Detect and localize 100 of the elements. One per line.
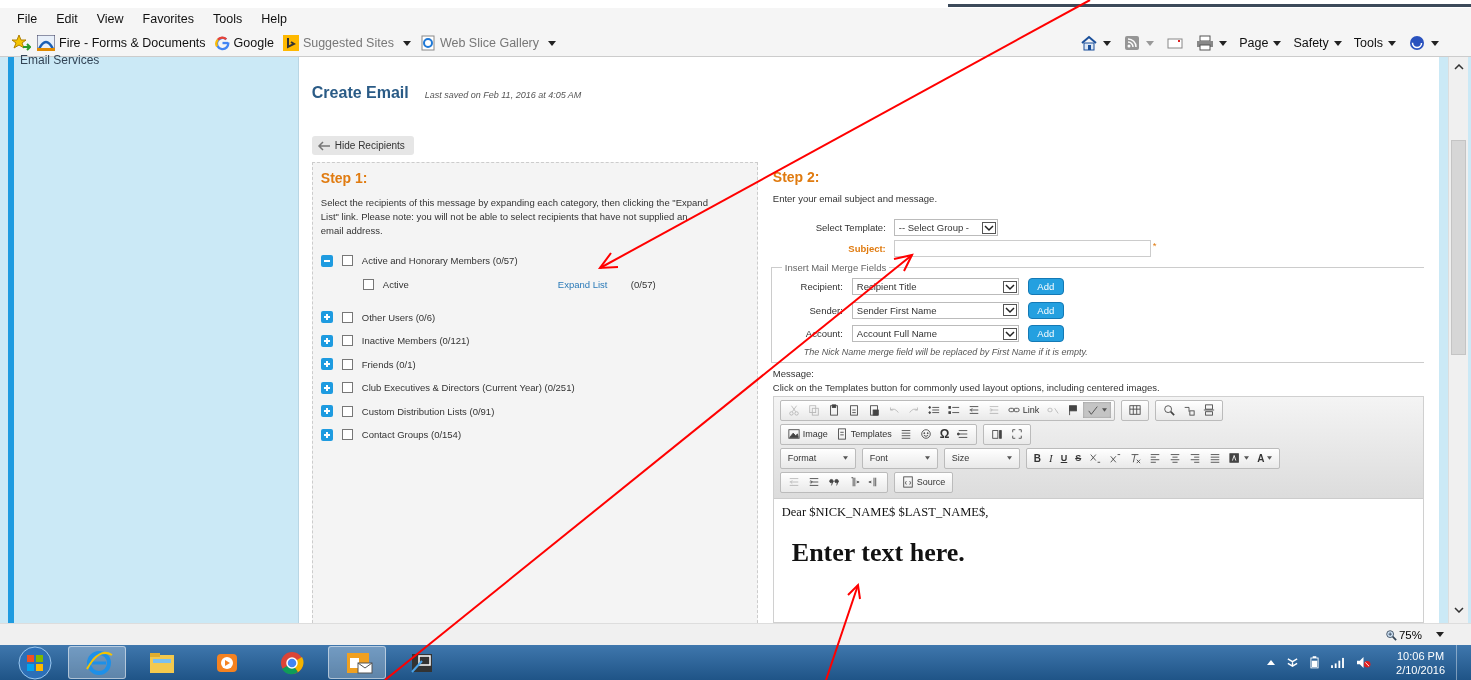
table-icon — [1129, 404, 1142, 416]
hide-recipients-button[interactable]: Hide Recipients — [311, 136, 414, 155]
favorites-link[interactable]: Suggested Sites — [282, 35, 411, 51]
caret-icon — [1273, 40, 1282, 46]
expand-icon[interactable] — [320, 311, 333, 324]
format-dropdown[interactable]: Size — [947, 450, 1016, 466]
checkbox[interactable] — [341, 429, 353, 441]
scroll-down-icon[interactable] — [1453, 607, 1464, 613]
favorites-star-icon[interactable] — [11, 34, 31, 52]
field-label: Recipient: — [799, 281, 844, 293]
toolbar-button[interactable]: Image — [783, 426, 832, 442]
page-title: Create Email — [311, 84, 409, 102]
caret-icon[interactable] — [1431, 40, 1439, 46]
command-menu[interactable]: Safety — [1293, 36, 1342, 50]
expand-icon[interactable] — [320, 405, 333, 418]
paste-word-icon — [867, 404, 880, 416]
checkbox[interactable] — [362, 278, 374, 290]
caret-icon — [1267, 456, 1273, 460]
favorites-link[interactable]: Web Slice Gallery — [419, 35, 557, 51]
chevron-icon — [1002, 280, 1017, 293]
battery-icon[interactable] — [1310, 656, 1320, 669]
format-dropdown[interactable]: Format — [783, 450, 852, 466]
category-label: Active and Honorary Members (0/57) — [361, 255, 518, 267]
justify-icon — [1209, 452, 1222, 464]
undo-icon — [887, 404, 900, 416]
browser-icon — [83, 648, 114, 677]
command-menu[interactable]: Page — [1239, 36, 1282, 50]
toolbar-button[interactable]: S — [1071, 450, 1086, 466]
merge-field-select[interactable]: Account Full Name — [851, 325, 1019, 343]
menu-item[interactable]: View — [96, 12, 124, 26]
scroll-up-icon[interactable] — [1453, 64, 1464, 70]
toolbar-button[interactable]: Source — [897, 474, 950, 490]
expand-icon[interactable] — [320, 428, 333, 441]
caret-icon[interactable] — [1219, 40, 1228, 46]
toolbar-button[interactable]: Ω — [935, 426, 954, 442]
start-button[interactable] — [16, 645, 54, 680]
scrollbar[interactable] — [1448, 57, 1468, 623]
toolbar-button[interactable]: A — [1253, 450, 1277, 466]
muted-speaker-icon[interactable] — [1356, 656, 1372, 669]
toolbar-button[interactable]: I — [1045, 450, 1057, 466]
menu-item[interactable]: Favorites — [142, 12, 194, 26]
menu-item[interactable]: Help — [261, 12, 287, 26]
favorites-link[interactable]: Fire - Forms & Documents — [37, 35, 206, 51]
last-saved-text: Last saved on Feb 11, 2016 at 4:05 AM — [424, 90, 582, 100]
caret-icon — [402, 40, 411, 46]
spellcheck-icon — [1087, 404, 1100, 416]
caret-icon[interactable] — [1436, 632, 1444, 637]
favorites-link[interactable]: Google — [214, 35, 274, 51]
mail-icon[interactable] — [1166, 35, 1185, 51]
checkbox[interactable] — [341, 405, 353, 417]
help-icon[interactable] — [1408, 35, 1426, 51]
box-icon[interactable] — [1286, 656, 1300, 669]
signal-icon[interactable] — [1330, 657, 1346, 668]
checkbox[interactable] — [341, 335, 353, 347]
expand-icon[interactable] — [320, 381, 333, 394]
indent-icon — [987, 404, 1000, 416]
caret-icon[interactable] — [1267, 660, 1276, 665]
format-dropdown[interactable]: Font — [865, 450, 934, 466]
home-icon[interactable] — [1080, 35, 1099, 51]
zoom-control[interactable]: 75% — [1384, 628, 1422, 641]
chevron-icon — [1002, 327, 1017, 340]
block-insert-icon — [957, 428, 970, 440]
page-break-icon — [1203, 404, 1216, 416]
template-select[interactable]: -- Select Group - — [893, 219, 998, 236]
taskbar-button[interactable] — [328, 646, 386, 679]
copy-icon — [807, 404, 820, 416]
checkbox[interactable] — [341, 358, 353, 370]
page-icon — [419, 35, 436, 51]
chevron-icon — [981, 221, 996, 234]
checkbox[interactable] — [341, 255, 353, 267]
print-icon[interactable] — [1196, 35, 1215, 51]
command-menu[interactable]: Tools — [1353, 36, 1396, 50]
intro-text: Enter your email subject and message. — [772, 193, 939, 204]
caret-icon — [1102, 408, 1108, 412]
recipient-count: (0/57) — [630, 278, 656, 290]
expand-list-link[interactable]: Expand List — [557, 278, 631, 290]
category-label: Custom Distribution Lists (0/91) — [361, 405, 495, 417]
caret-icon — [1006, 456, 1012, 460]
scrollbar-thumb[interactable] — [1451, 140, 1466, 355]
clock-date[interactable]: 2/10/2016 — [1396, 662, 1445, 677]
toolbar-button[interactable] — [1083, 402, 1112, 418]
checkbox[interactable] — [341, 382, 353, 394]
category-label: Other Users (0/6) — [361, 311, 436, 323]
merge-field-select[interactable]: Sender First Name — [851, 301, 1019, 319]
merge-note: The Nick Name merge field will be replaced by First Name if it is empty. — [803, 346, 1089, 357]
expand-icon[interactable] — [320, 334, 333, 347]
expand-icon[interactable] — [320, 358, 333, 371]
menu-item[interactable]: Tools — [213, 12, 243, 26]
checkbox[interactable] — [341, 311, 353, 323]
toolbar-button[interactable]: Link — [1003, 402, 1044, 418]
subject-field[interactable] — [893, 240, 1151, 257]
clock-time[interactable]: 10:06 PM — [1397, 648, 1445, 663]
toolbar-button[interactable]: U — [1056, 450, 1072, 466]
message-label: Message: — [772, 367, 815, 379]
menu-item[interactable]: File — [17, 12, 38, 26]
collapse-icon[interactable] — [320, 254, 333, 267]
caret-icon[interactable] — [1103, 40, 1112, 46]
menu-item[interactable]: Edit — [56, 12, 78, 26]
toolbar-button[interactable]: Templates — [831, 426, 896, 442]
toolbar-button[interactable]: B — [1029, 450, 1046, 466]
